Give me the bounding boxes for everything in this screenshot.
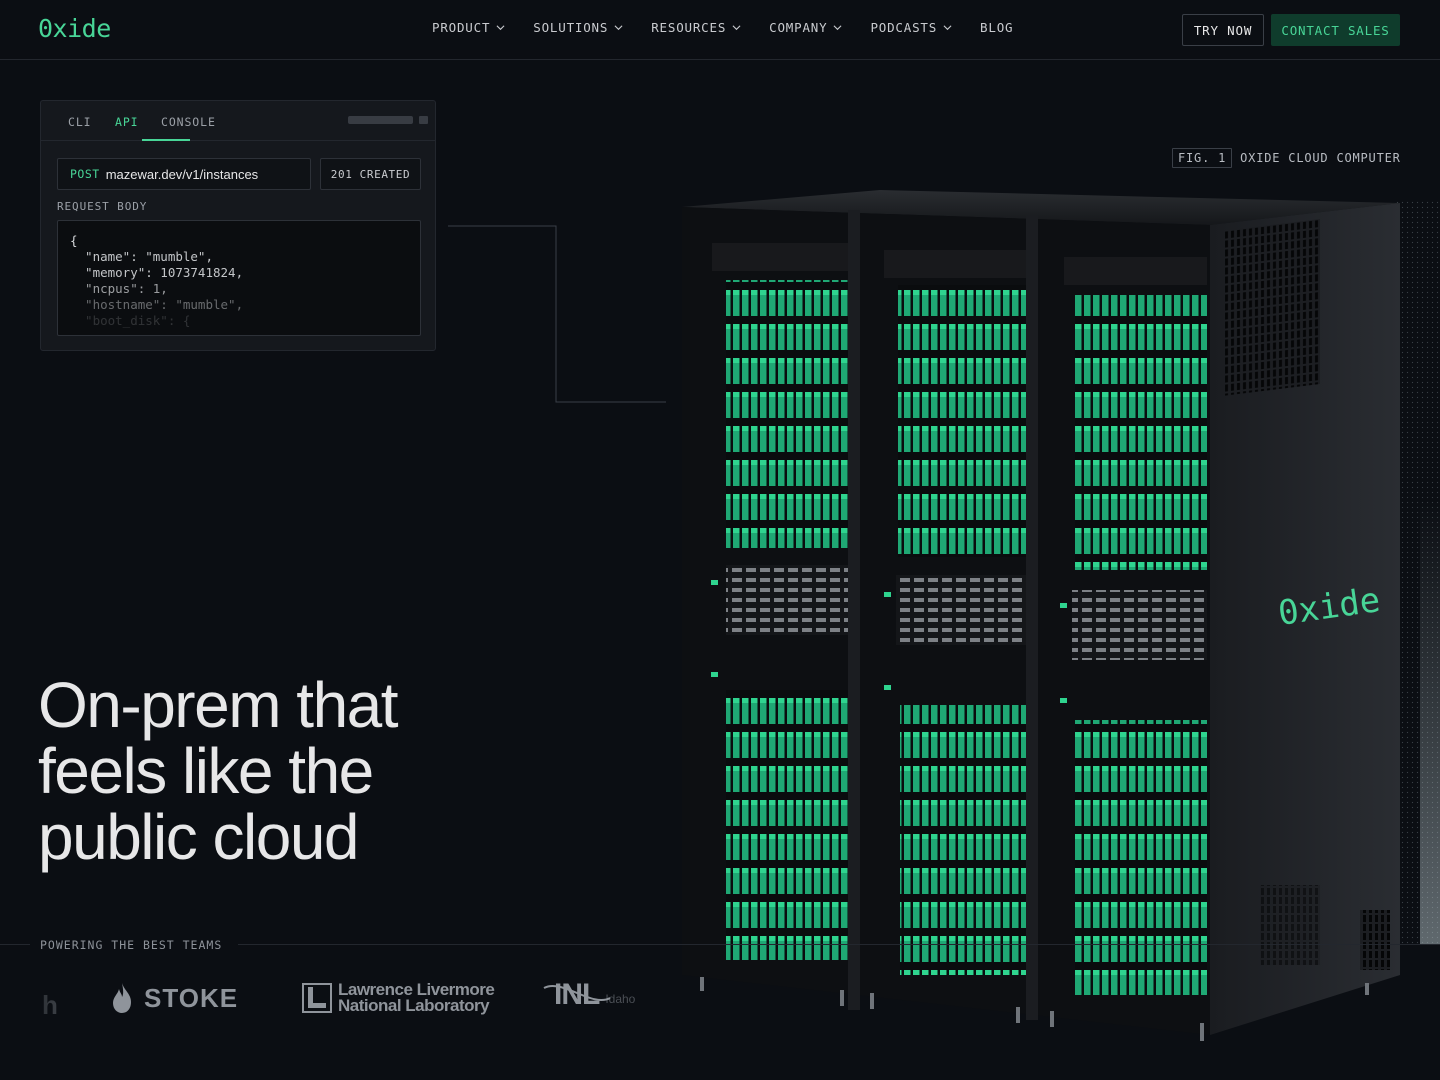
- logo-strip-fade: [0, 960, 60, 1040]
- code-line: {: [70, 233, 78, 248]
- request-url-field[interactable]: POST mazewar.dev/v1/instances: [57, 158, 311, 190]
- dot-pattern-glow: [1420, 500, 1440, 945]
- top-navigation-bar: 0xide PRODUCT SOLUTIONS RESOURCES COMPAN…: [0, 0, 1440, 60]
- active-tab-indicator: [142, 139, 190, 141]
- llnl-emblem-icon: [302, 983, 332, 1013]
- code-line: "ncpus": 1,: [70, 281, 168, 296]
- nav-item-resources[interactable]: RESOURCES: [651, 20, 741, 35]
- oxide-rack-image: 0xide: [682, 190, 1400, 1041]
- try-now-button[interactable]: TRY NOW: [1182, 14, 1264, 46]
- response-status-badge: 201 CREATED: [320, 158, 421, 190]
- teams-label: POWERING THE BEST TEAMS: [40, 938, 237, 952]
- inl-logo: INL Idaho: [542, 978, 635, 1012]
- chevron-down-icon: [833, 25, 842, 31]
- figure-caption: FIG. 1 OXIDE CLOUD COMPUTER: [1172, 147, 1401, 169]
- request-url: mazewar.dev/v1/instances: [105, 166, 259, 182]
- request-body-label: REQUEST BODY: [57, 200, 148, 213]
- nav-item-blog[interactable]: BLOG: [980, 20, 1013, 35]
- request-body-code: { "name": "mumble", "memory": 1073741824…: [57, 220, 421, 336]
- hero-headline: On-prem that feels like the public cloud: [38, 669, 399, 873]
- llnl-logo: Lawrence Livermore National Laboratory: [302, 981, 495, 1015]
- contact-sales-button[interactable]: CONTACT SALES: [1271, 14, 1400, 46]
- tab-cli[interactable]: CLI: [68, 115, 91, 129]
- tab-api[interactable]: API: [115, 115, 138, 129]
- nav-item-label: COMPANY: [769, 20, 828, 35]
- llnl-logo-line2: National Laboratory: [338, 996, 490, 1015]
- window-control-square: [419, 116, 428, 124]
- nav-item-label: RESOURCES: [651, 20, 727, 35]
- http-method: POST: [70, 167, 100, 181]
- stoke-logo: STOKE: [110, 982, 238, 1014]
- api-demo-panel: CLI API CONSOLE POST mazewar.dev/v1/inst…: [40, 100, 436, 351]
- chevron-down-icon: [943, 25, 952, 31]
- nav-item-label: PRODUCT: [432, 20, 491, 35]
- nav-item-label: SOLUTIONS: [533, 20, 609, 35]
- nav-item-label: BLOG: [980, 20, 1014, 35]
- nav-item-label: PODCASTS: [870, 20, 938, 35]
- main-nav: PRODUCT SOLUTIONS RESOURCES COMPANY PODC…: [432, 20, 1013, 35]
- figure-tag: FIG. 1: [1172, 148, 1233, 168]
- nav-item-product[interactable]: PRODUCT: [432, 20, 505, 35]
- connector-line: [448, 225, 666, 403]
- tab-console[interactable]: CONSOLE: [161, 115, 216, 129]
- chevron-down-icon: [496, 25, 505, 31]
- oxide-logo[interactable]: 0xide: [38, 14, 111, 43]
- nav-item-solutions[interactable]: SOLUTIONS: [533, 20, 623, 35]
- chevron-down-icon: [614, 25, 623, 31]
- code-line: "boot_disk": {: [70, 313, 191, 328]
- nav-item-podcasts[interactable]: PODCASTS: [870, 20, 952, 35]
- api-panel-tabs: CLI API CONSOLE: [41, 101, 435, 141]
- flame-icon: [113, 983, 131, 1013]
- code-line: "name": "mumble",: [70, 249, 213, 264]
- code-line: "hostname": "mumble",: [70, 297, 244, 312]
- figure-caption-text: OXIDE CLOUD COMPUTER: [1240, 151, 1401, 165]
- nav-item-company[interactable]: COMPANY: [769, 20, 842, 35]
- window-control-bar: [348, 116, 413, 124]
- inl-swoosh-icon: [543, 985, 611, 1001]
- stoke-logo-text: STOKE: [144, 982, 239, 1013]
- chevron-down-icon: [732, 25, 741, 31]
- code-line: "memory": 1073741824,: [70, 265, 244, 280]
